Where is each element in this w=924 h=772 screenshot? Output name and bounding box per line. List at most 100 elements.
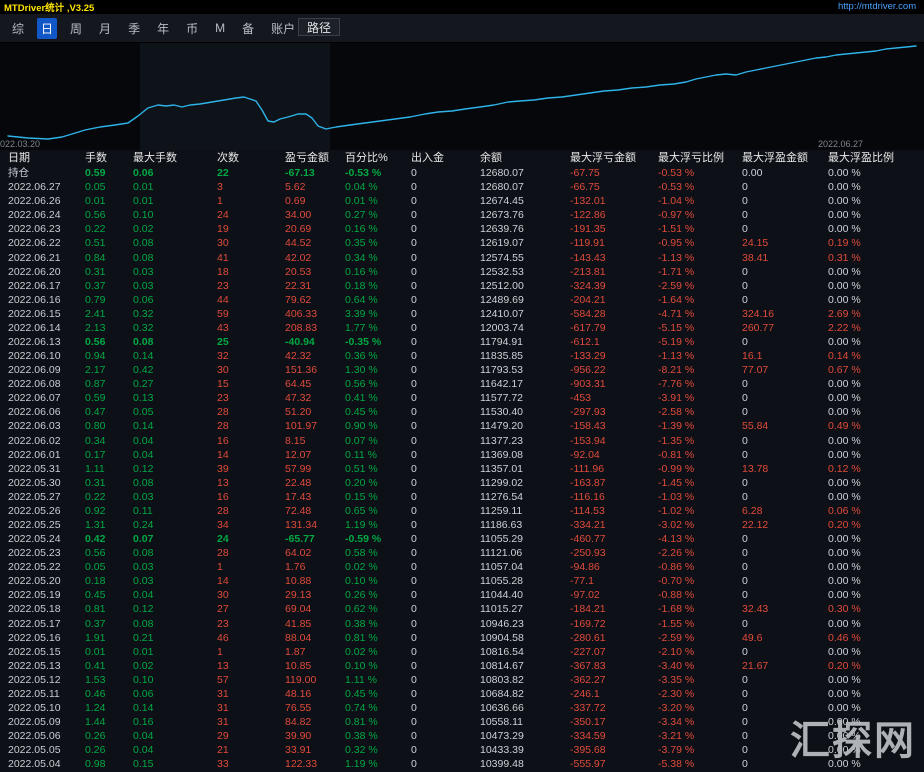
table-row[interactable]: 2022.06.21 0.84 0.08 41 42.02 0.34 % 0 12574.55… (0, 250, 924, 264)
table-row[interactable]: 2022.06.16 0.79 0.06 44 79.62 0.64 % 0 12489.69… (0, 293, 924, 307)
cell-max_float_profit: 13.78 (742, 462, 769, 475)
cell-date: 2022.06.26 (8, 195, 61, 208)
table-row[interactable]: 2022.06.26 0.01 0.01 1 0.69 0.01 % 0 12674.45 -1… (0, 194, 924, 208)
table-row[interactable]: 2022.06.27 0.05 0.01 3 5.62 0.04 % 0 12680.07 -6… (0, 180, 924, 194)
table-row[interactable]: 2022.05.31 1.11 0.12 39 57.99 0.51 % 0 11357.01… (0, 462, 924, 476)
cell-max_float_profit: 0 (742, 561, 748, 574)
column-header-count[interactable]: 次数 (217, 151, 285, 165)
cell-max_lots: 0.03 (133, 575, 154, 588)
table-row[interactable]: 持仓 0.59 0.06 22 -67.13 -0.53 % 0 12680.07 -67.75… (0, 166, 924, 180)
menu-item-月[interactable]: 月 (95, 18, 115, 39)
table-row[interactable]: 2022.05.10 1.24 0.14 31 76.55 0.74 % 0 10636.66… (0, 701, 924, 715)
table-row[interactable]: 2022.05.19 0.45 0.04 30 29.13 0.26 % 0 11044.40… (0, 588, 924, 602)
table-row[interactable]: 2022.06.24 0.56 0.10 24 34.00 0.27 % 0 12673.76… (0, 208, 924, 222)
cell-count: 19 (217, 223, 229, 236)
menu-item-综[interactable]: 综 (8, 18, 28, 39)
table-row[interactable]: 2022.05.13 0.41 0.02 13 10.85 0.10 % 0 10814.67… (0, 659, 924, 673)
table-row[interactable]: 2022.05.16 1.91 0.21 46 88.04 0.81 % 0 10904.58… (0, 631, 924, 645)
cell-inout: 0 (411, 406, 417, 419)
cell-count: 31 (217, 702, 229, 714)
cell-date: 2022.05.17 (8, 617, 61, 630)
column-header-max_lots[interactable]: 最大手数 (133, 151, 217, 165)
table-row[interactable]: 2022.06.17 0.37 0.03 23 22.31 0.18 % 0 12512.00… (0, 279, 924, 293)
table-row[interactable]: 2022.05.12 1.53 0.10 57 119.00 1.11 % 0 10803.8… (0, 673, 924, 687)
axis-label-start: 2022.03.20 (0, 139, 41, 149)
cell-balance: 10684.82 (480, 687, 524, 700)
table-row[interactable]: 2022.06.01 0.17 0.04 14 12.07 0.11 % 0 11369.08… (0, 448, 924, 462)
column-header-inout[interactable]: 出入金 (411, 151, 480, 165)
table-row[interactable]: 2022.06.07 0.59 0.13 23 47.32 0.41 % 0 11577.72… (0, 391, 924, 405)
cell-date: 2022.06.20 (8, 265, 61, 278)
table-row[interactable]: 2022.05.17 0.37 0.08 23 41.85 0.38 % 0 10946.23… (0, 617, 924, 631)
menu-item-年[interactable]: 年 (153, 18, 173, 39)
column-header-lots[interactable]: 手数 (85, 151, 133, 165)
menu-item-日[interactable]: 日 (37, 17, 58, 39)
table-row[interactable]: 2022.05.15 0.01 0.01 1 1.87 0.02 % 0 10816.54 -2… (0, 645, 924, 659)
path-button[interactable]: 路径 (298, 18, 341, 36)
menu-item-季[interactable]: 季 (124, 18, 144, 39)
table-row[interactable]: 2022.05.18 0.81 0.12 27 69.04 0.62 % 0 11015.27… (0, 602, 924, 616)
menu-item-备[interactable]: 备 (238, 18, 258, 39)
cell-max_float_loss_pct: -4.71 % (658, 307, 695, 320)
table-row[interactable]: 2022.05.06 0.26 0.04 29 39.90 0.38 % 0 10473.29… (0, 729, 924, 743)
table-row[interactable]: 2022.05.22 0.05 0.03 1 1.76 0.02 % 0 11057.04 -9… (0, 560, 924, 574)
table-row[interactable]: 2022.06.23 0.22 0.02 19 20.69 0.16 % 0 12639.76… (0, 222, 924, 236)
cell-max_lots: 0.01 (133, 645, 154, 658)
table-row[interactable]: 2022.06.22 0.51 0.08 30 44.52 0.35 % 0 12619.07… (0, 236, 924, 250)
menu-item-账户[interactable]: 账户 (267, 18, 299, 39)
cell-max_float_loss_pct: -1.64 % (658, 293, 695, 306)
cell-max_float_loss: -324.39 (570, 279, 606, 292)
table-row[interactable]: 2022.05.30 0.31 0.08 13 22.48 0.20 % 0 11299.02… (0, 476, 924, 490)
table-row[interactable]: 2022.06.09 2.17 0.42 30 151.36 1.30 % 0 11793.5… (0, 363, 924, 377)
column-header-max_float_profit[interactable]: 最大浮盈金额 (742, 151, 828, 165)
column-header-max_float_profit_pct[interactable]: 最大浮盈比例 (828, 151, 924, 165)
cell-max_float_loss_pct: -0.95 % (658, 237, 695, 250)
table-row[interactable]: 2022.05.20 0.18 0.03 14 10.88 0.10 % 0 11055.28… (0, 574, 924, 588)
menu-item-M[interactable]: M (211, 19, 229, 37)
cell-date: 2022.06.27 (8, 181, 61, 194)
table-row[interactable]: 2022.06.15 2.41 0.32 59 406.33 3.39 % 0 12410.0… (0, 307, 924, 321)
cell-date: 2022.05.31 (8, 462, 61, 475)
cell-max_float_loss: -169.72 (570, 617, 606, 630)
table-row[interactable]: 2022.06.06 0.47 0.05 28 51.20 0.45 % 0 11530.40… (0, 405, 924, 419)
table-row[interactable]: 2022.05.05 0.26 0.04 21 33.91 0.32 % 0 10433.39… (0, 743, 924, 757)
menu-item-币[interactable]: 币 (182, 18, 202, 39)
cell-lots: 0.46 (85, 687, 106, 700)
table-row[interactable]: 2022.05.27 0.22 0.03 16 17.43 0.15 % 0 11276.54… (0, 490, 924, 504)
cell-count: 28 (217, 406, 229, 419)
cell-pnl: 76.55 (285, 702, 312, 714)
cell-lots: 0.56 (85, 335, 106, 348)
column-header-balance[interactable]: 余额 (480, 151, 570, 165)
website-link[interactable]: http://mtdriver.com (838, 1, 916, 12)
cell-lots: 0.79 (85, 293, 106, 306)
column-header-pct[interactable]: 百分比% (345, 151, 411, 165)
table-row[interactable]: 2022.05.04 0.98 0.15 33 122.33 1.19 % 0 10399.4… (0, 757, 924, 771)
table-row[interactable]: 2022.06.02 0.34 0.04 16 8.15 0.07 % 0 11377.23 -… (0, 433, 924, 447)
cell-inout: 0 (411, 547, 417, 560)
table-row[interactable]: 2022.05.11 0.46 0.06 31 48.16 0.45 % 0 10684.82… (0, 687, 924, 701)
table-row[interactable]: 2022.05.26 0.92 0.11 28 72.48 0.65 % 0 11259.11… (0, 504, 924, 518)
table-row[interactable]: 2022.06.13 0.56 0.08 25 -40.94 -0.35 % 0 11794.… (0, 335, 924, 349)
column-header-max_float_loss_pct[interactable]: 最大浮亏比例 (658, 151, 742, 165)
column-header-pnl[interactable]: 盈亏金额 (285, 151, 345, 165)
table-row[interactable]: 2022.06.03 0.80 0.14 28 101.97 0.90 % 0 11479.2… (0, 419, 924, 433)
table-row[interactable]: 2022.06.20 0.31 0.03 18 20.53 0.16 % 0 12532.53… (0, 265, 924, 279)
cell-count: 31 (217, 687, 229, 700)
cell-max_float_loss: -184.21 (570, 603, 606, 616)
table-row[interactable]: 2022.05.24 0.42 0.07 24 -65.77 -0.59 % 0 11055.… (0, 532, 924, 546)
cell-pnl: 10.85 (285, 659, 312, 672)
column-header-date[interactable]: 日期 (8, 151, 85, 165)
cell-max_lots: 0.02 (133, 223, 154, 236)
table-row[interactable]: 2022.06.08 0.87 0.27 15 64.45 0.56 % 0 11642.17… (0, 377, 924, 391)
table-row[interactable]: 2022.05.25 1.31 0.24 34 131.34 1.19 % 0 11186.6… (0, 518, 924, 532)
cell-pnl: 69.04 (285, 603, 312, 616)
cell-max_float_loss_pct: -0.70 % (658, 575, 695, 588)
table-row[interactable]: 2022.06.10 0.94 0.14 32 42.32 0.36 % 0 11835.85… (0, 349, 924, 363)
cell-max_float_profit_pct: 0.00 % (828, 167, 861, 180)
menu-item-周[interactable]: 周 (66, 18, 86, 39)
table-row[interactable]: 2022.06.14 2.13 0.32 43 208.83 1.77 % 0 12003.7… (0, 321, 924, 335)
cell-balance: 11121.06 (480, 547, 523, 560)
table-row[interactable]: 2022.05.23 0.56 0.08 28 64.02 0.58 % 0 11121.06… (0, 546, 924, 560)
column-header-max_float_loss[interactable]: 最大浮亏金额 (570, 151, 658, 165)
table-row[interactable]: 2022.05.09 1.44 0.16 31 84.82 0.81 % 0 10558.11… (0, 715, 924, 729)
